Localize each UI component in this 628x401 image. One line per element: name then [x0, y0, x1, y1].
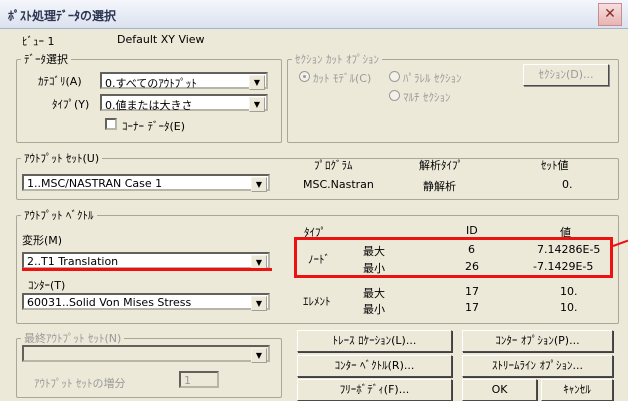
chevron-down-icon[interactable]: ▼ — [251, 296, 267, 311]
node-max-id: 6 — [468, 243, 475, 256]
cut-model-radio[interactable] — [299, 71, 310, 82]
output-vector-legend: ｱｳﾄﾌﾟｯﾄ ﾍﾞｸﾄﾙ — [24, 209, 94, 222]
contour-options-button[interactable]: ｺﾝﾀｰ ｵﾌﾟｼｮﾝ(P)... — [462, 330, 613, 352]
output-set-legend: ｱｳﾄﾌﾟｯﾄ ｾｯﾄ(U) — [24, 152, 100, 165]
category-select[interactable]: 0.すべてのｱｳﾄﾌﾟｯﾄ ▼ — [100, 72, 268, 90]
node-type: ﾉｰﾄﾞ — [308, 253, 330, 266]
element-type: ｴﾚﾒﾝﾄ — [303, 295, 331, 308]
category-select-value: 0.すべてのｱｳﾄﾌﾟｯﾄ — [105, 77, 197, 90]
type-select-value: 0.値または大きさ — [105, 99, 193, 112]
final-output-legend: 最終ｱｳﾄﾌﾟｯﾄ ｾｯﾄ(N) — [24, 332, 122, 345]
increment-input[interactable]: 1 — [179, 371, 219, 388]
analysis-type-value: 静解析 — [423, 180, 456, 193]
freebody-button[interactable]: ﾌﾘｰﾎﾞﾃﾞｨ(F)... — [297, 379, 452, 401]
set-value-column-header: ｾｯﾄ値 — [541, 159, 569, 172]
final-output-select[interactable]: ▼ — [22, 345, 270, 363]
set-value: 0. — [562, 178, 573, 191]
element-max-id: 17 — [465, 285, 479, 298]
parallel-section-radio[interactable] — [389, 71, 400, 82]
analysis-type-column-header: 解析ﾀｲﾌﾟ — [419, 159, 463, 172]
streamline-options-button[interactable]: ｽﾄﾘｰﾑﾗｲﾝ ｵﾌﾟｼｮﾝ... — [462, 355, 613, 377]
close-icon[interactable]: ✕ — [598, 3, 622, 26]
deform-label: 変形(M) — [22, 234, 63, 247]
parallel-section-label: ﾊﾟﾗﾚﾙ ｾｸｼｮﾝ — [403, 72, 462, 85]
output-set-select-value: 1..MSC/NASTRAN Case 1 — [27, 177, 163, 190]
multi-section-label: ﾏﾙﾁ ｾｸｼｮﾝ — [403, 91, 451, 104]
cut-model-label: ｶｯﾄ ﾓﾃﾞﾙ(C) — [313, 72, 372, 85]
data-selection-legend: ﾃﾞｰﾀ選択 — [24, 53, 68, 66]
program-value: MSC.Nastran — [303, 178, 374, 191]
contour-vector-button[interactable]: ｺﾝﾀｰ ﾍﾞｸﾄﾙ(R)... — [297, 355, 452, 377]
type-select[interactable]: 0.値または大きさ ▼ — [100, 94, 268, 112]
deform-select[interactable]: 2..T1 Translation ▼ — [22, 252, 270, 270]
increment-value: 1 — [184, 374, 191, 387]
element-min-value: 10. — [560, 301, 578, 314]
program-column-header: ﾌﾟﾛｸﾞﾗﾑ — [314, 159, 353, 172]
chevron-down-icon[interactable]: ▼ — [251, 348, 267, 363]
cancel-button[interactable]: ｷｬﾝｾﾙ — [541, 379, 613, 401]
node-min-value: -7.1429E-5 — [533, 260, 594, 273]
contour-label: ｺﾝﾀｰ(T) — [28, 279, 66, 292]
chevron-down-icon[interactable]: ▼ — [249, 97, 265, 112]
increment-label: ｱｳﾄﾌﾟｯﾄ ｾｯﾄの増分 — [34, 377, 126, 390]
deform-select-value: 2..T1 Translation — [27, 255, 119, 268]
contour-select-value: 60031..Solid Von Mises Stress — [27, 296, 192, 309]
node-max-value: 7.14286E-5 — [537, 243, 601, 256]
node-max-label: 最大 — [363, 245, 385, 258]
multi-section-radio[interactable] — [389, 90, 400, 101]
deform-highlight-underline — [22, 268, 272, 271]
window-title: ﾎﾟｽﾄ処理ﾃﾞｰﾀの選択 — [8, 9, 117, 23]
view-value: Default XY View — [117, 33, 205, 46]
element-max-value: 10. — [560, 285, 578, 298]
section-button[interactable]: ｾｸｼｮﾝ(D)... — [523, 64, 609, 86]
node-min-label: 最小 — [363, 262, 385, 275]
chevron-down-icon[interactable]: ▼ — [249, 75, 265, 90]
corner-data-checkbox[interactable] — [105, 118, 117, 130]
view-label: ﾋﾞｭｰ 1 — [22, 35, 55, 48]
section-cut-legend: ｾｸｼｮﾝ ｶｯﾄ ｵﾌﾟｼｮﾝ — [295, 53, 379, 66]
type-label: ﾀｲﾌﾟ(Y) — [52, 98, 90, 111]
trace-location-button[interactable]: ﾄﾚｰｽ ﾛｹｰｼｮﾝ(L)... — [297, 330, 452, 352]
element-max-label: 最大 — [363, 287, 385, 300]
id-column-header: ID — [466, 224, 478, 237]
ok-button[interactable]: OK — [462, 379, 537, 401]
contour-select[interactable]: 60031..Solid Von Mises Stress ▼ — [22, 293, 270, 311]
node-min-id: 26 — [465, 260, 479, 273]
category-label: ｶﾃｺﾞﾘ(A) — [38, 75, 82, 88]
element-min-label: 最小 — [363, 303, 385, 316]
corner-data-label: ｺｰﾅｰ ﾃﾞｰﾀ(E) — [122, 120, 186, 133]
output-set-select[interactable]: 1..MSC/NASTRAN Case 1 ▼ — [22, 174, 270, 192]
element-min-id: 17 — [465, 301, 479, 314]
chevron-down-icon[interactable]: ▼ — [251, 177, 267, 192]
title-bar: ﾎﾟｽﾄ処理ﾃﾞｰﾀの選択 ✕ — [0, 0, 628, 29]
